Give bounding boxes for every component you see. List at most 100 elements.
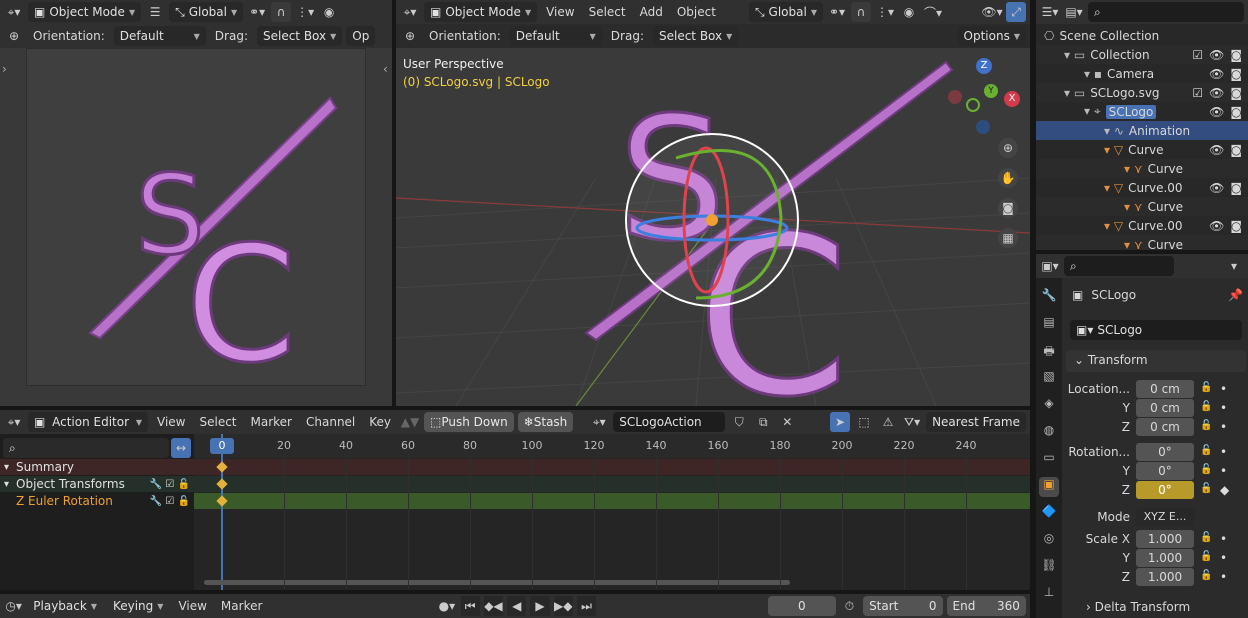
layer-up-icon[interactable]: ▲▼ [400,412,420,432]
eye-icon[interactable]: 👁 [1209,86,1224,100]
scene-icon[interactable]: ◈ [1039,396,1059,416]
transform-field[interactable]: 0 cm [1136,380,1194,398]
stash-button[interactable]: ❄ Stash [517,412,574,432]
gizmo-y[interactable]: Y [984,84,998,98]
gizmo-neg-y[interactable] [966,98,980,112]
pin-icon[interactable]: 📌 [1228,288,1243,302]
zoom-icon[interactable]: ⊕ [998,138,1018,158]
output-icon[interactable]: 🖶 [1039,342,1059,362]
snap-icon[interactable]: ⋮▾ [295,2,315,22]
transform-field[interactable]: 0° [1136,462,1194,480]
unlink-icon[interactable]: ✕ [777,412,797,432]
frame-field[interactable]: 0 [767,596,836,616]
box-select-icon[interactable]: ⬚ [854,412,874,432]
proportional-icon[interactable]: ◉ [319,2,339,22]
lock-icon[interactable]: 🔓 [1200,532,1212,543]
menu-icon[interactable]: ☰ [145,2,165,22]
lock-icon[interactable]: 🔓 [1200,551,1212,562]
gizmo-x[interactable]: X [1004,91,1020,107]
eye-icon[interactable]: 👁 [1209,143,1224,157]
horizontal-scrollbar[interactable] [204,580,790,585]
channel-row[interactable]: ▾ Object Transforms 🔧 ☑ 🔓 [0,476,194,492]
object-icon[interactable]: ▣ [1039,477,1059,497]
fake-user-icon[interactable]: ⛉ [729,412,749,432]
left-sidebar-icon[interactable]: ‹ [383,62,388,76]
channel-toggles[interactable]: 🔧 ☑ 🔓 [150,496,190,507]
lock-icon[interactable]: 🔓 [1200,382,1212,393]
channel-expand-icon[interactable]: ▾ [4,462,16,473]
main-link-icon[interactable]: ⚭▾ [827,2,847,22]
main-proportional-icon[interactable]: ◉ [899,2,919,22]
current-frame-badge[interactable]: 0 [210,438,234,454]
transform-field[interactable]: 0° [1136,481,1194,499]
world-icon[interactable]: ◍ [1039,423,1059,443]
play-reverse-icon[interactable]: ◀ [507,596,527,616]
render-camera-icon[interactable]: ◙ [1230,219,1242,233]
gizmo-neg-x[interactable] [948,90,962,104]
gizmo-neg-z[interactable] [976,120,990,134]
tool-icon[interactable]: 🔧 [1039,288,1059,308]
lock-icon[interactable]: 🔓 [1200,420,1212,431]
data-icon[interactable]: ⊥ [1039,585,1059,605]
data-name-field[interactable]: ▣▾ SCLogo [1070,320,1242,340]
keyframe-dot-icon[interactable]: • [1220,551,1227,565]
keyframe-dot-icon[interactable]: • [1220,401,1227,415]
select-cursor-icon[interactable]: ➤ [830,412,851,432]
transform-field[interactable]: 0° [1136,443,1194,461]
transform-field[interactable]: 1.000 [1136,549,1194,567]
eye-icon[interactable]: 👁 [1209,219,1224,233]
outliner-row[interactable]: ▾ ▽ Curve.00 👁 ◙ [1036,216,1248,235]
channel-expand-icon[interactable]: ▾ [4,479,16,490]
keyframe-dot-icon[interactable]: • [1220,464,1227,478]
nav-gizmo[interactable]: Z X Y [946,58,1024,134]
menu-view[interactable]: View [541,5,579,19]
link-icon[interactable]: ⚭▾ [247,2,267,22]
playhead-line[interactable] [221,434,223,590]
outliner-row[interactable]: ▾ ▽ Curve.00 👁 ◙ [1036,178,1248,197]
keyframe-dot-icon[interactable]: • [1220,420,1227,434]
falloff-icon[interactable]: ⌒▾ [923,2,943,22]
menu-object[interactable]: Object [672,5,721,19]
hand-icon[interactable]: ✋ [998,168,1018,188]
action-name-field[interactable]: SCLogoAction [613,412,726,432]
outliner-row[interactable]: ▾ ⌖ SCLogo 👁 ◙ [1036,102,1248,121]
left-mode-dropdown[interactable]: ▣ Object Mode ▼ [28,2,142,22]
properties-editor-icon[interactable]: ▣▾ [1040,256,1060,276]
render-icon[interactable]: ▤ [1039,315,1059,335]
transform-section-header[interactable]: ⌄ Transform [1066,350,1246,372]
jump-end-icon[interactable]: ⏭ [576,596,597,616]
action-editor-type-icon[interactable]: ⌖▾ [4,412,24,432]
ae-menu-channel[interactable]: Channel [301,415,360,429]
options-dropdown[interactable]: Options ▼ [957,26,1026,46]
outliner-row[interactable]: ▾ ▭ SCLogo.svg ☑ 👁 ◙ [1036,83,1248,102]
editor-type-icon[interactable]: ⌖▾ [4,2,24,22]
channel-row[interactable]: Z Euler Rotation 🔧 ☑ 🔓 [0,493,194,509]
warning-icon[interactable]: ⚠ [878,412,898,432]
delta-transform-header[interactable]: › Delta Transform [1086,600,1190,614]
render-camera-icon[interactable]: ◙ [1230,67,1242,81]
menu-select[interactable]: Select [584,5,631,19]
visibility-icon[interactable]: 👁▾ [981,2,1002,22]
channel-search[interactable]: ⌕ [3,438,169,458]
eye-icon[interactable]: 👁 [1209,105,1224,119]
keyframe-dot-icon[interactable]: • [1220,570,1227,584]
properties-options-icon[interactable]: ▾ [1224,256,1244,276]
left-orientation-dropdown[interactable]: Default ▼ [113,26,206,46]
ae-menu-view[interactable]: View [152,415,190,429]
eye-icon[interactable]: 👁 [1209,181,1224,195]
outliner-search[interactable]: ⌕ [1088,2,1244,22]
left-collapse-icon[interactable]: › [2,62,7,76]
main-magnet-icon[interactable]: ∩ [850,2,871,22]
gizmo-z[interactable]: Z [976,58,992,74]
view-layer-icon[interactable]: ▧ [1039,369,1059,389]
tl-menu-view[interactable]: View [173,599,211,613]
lock-icon[interactable]: 🔓 [1200,464,1212,475]
timeline-editor-icon[interactable]: ◷▾ [4,596,23,616]
ae-menu-select[interactable]: Select [194,415,241,429]
camera-icon[interactable]: ◙ [998,198,1018,218]
main-mode-dropdown[interactable]: ▣ Object Mode ▼ [424,2,538,22]
left-transform-dropdown[interactable]: ⤡ Global ▼ [169,2,244,22]
action-mode-dropdown[interactable]: ▣ Action Editor ▼ [28,412,148,432]
tl-menu-marker[interactable]: Marker [216,599,267,613]
ae-menu-marker[interactable]: Marker [246,415,297,429]
